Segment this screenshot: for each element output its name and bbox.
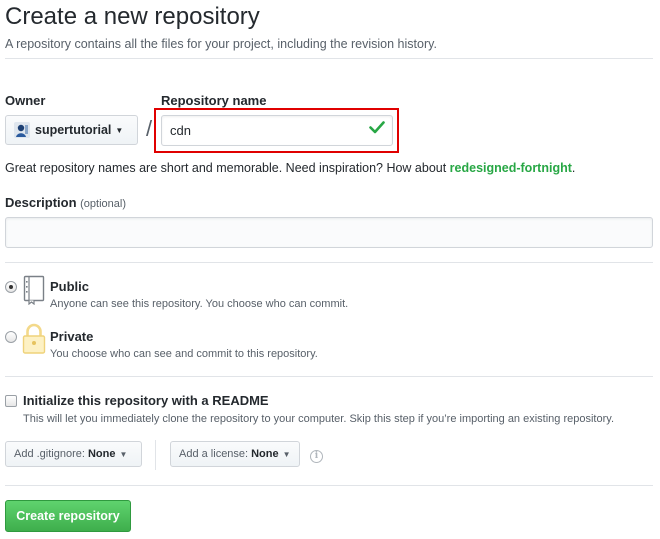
- license-dropdown[interactable]: Add a license: None ▼: [170, 441, 300, 467]
- readme-description: This will let you immediately clone the …: [23, 413, 614, 425]
- license-label: Add a license:: [179, 448, 249, 460]
- chevron-down-icon: ▼: [119, 449, 128, 459]
- owner-name: supertutorial: [35, 123, 112, 137]
- private-radio[interactable]: [5, 331, 17, 343]
- chevron-down-icon: ▼: [115, 125, 124, 135]
- repo-name-label: Repository name: [161, 93, 267, 108]
- description-label: Description (optional): [5, 195, 126, 210]
- divider: [5, 376, 653, 377]
- page-subtitle: A repository contains all the files for …: [5, 37, 437, 51]
- create-repository-button[interactable]: Create repository: [5, 500, 131, 532]
- private-description: You choose who can see and commit to thi…: [50, 348, 318, 360]
- name-hint: Great repository names are short and mem…: [5, 161, 576, 175]
- gitignore-dropdown[interactable]: Add .gitignore: None ▼: [5, 441, 142, 467]
- avatar: [14, 122, 30, 138]
- divider: [5, 262, 653, 263]
- public-radio[interactable]: [5, 281, 17, 293]
- owner-repo-separator: /: [146, 116, 153, 141]
- public-label: Public: [50, 279, 90, 294]
- readme-label[interactable]: Initialize this repository with a README: [23, 393, 269, 408]
- public-description: Anyone can see this repository. You choo…: [50, 298, 349, 310]
- repo-name-input[interactable]: [161, 115, 393, 146]
- owner-label: Owner: [5, 93, 46, 108]
- license-value: None: [251, 448, 279, 460]
- lock-icon: [22, 323, 46, 360]
- gitignore-value: None: [87, 448, 116, 460]
- name-suggestion-link[interactable]: redesigned-fortnight: [450, 161, 572, 175]
- divider: [155, 440, 156, 470]
- info-icon[interactable]: i: [310, 450, 323, 463]
- public-repo-icon: [23, 275, 45, 310]
- check-icon: [369, 120, 385, 139]
- description-input[interactable]: [5, 217, 653, 248]
- divider: [5, 58, 653, 59]
- private-label: Private: [50, 329, 94, 344]
- readme-checkbox[interactable]: [5, 395, 17, 407]
- owner-dropdown[interactable]: supertutorial ▼: [5, 115, 138, 145]
- gitignore-label: Add .gitignore:: [14, 448, 85, 460]
- chevron-down-icon: ▼: [282, 449, 291, 459]
- optional-tag: (optional): [80, 198, 126, 210]
- page-title: Create a new repository: [5, 3, 260, 30]
- divider: [5, 485, 653, 486]
